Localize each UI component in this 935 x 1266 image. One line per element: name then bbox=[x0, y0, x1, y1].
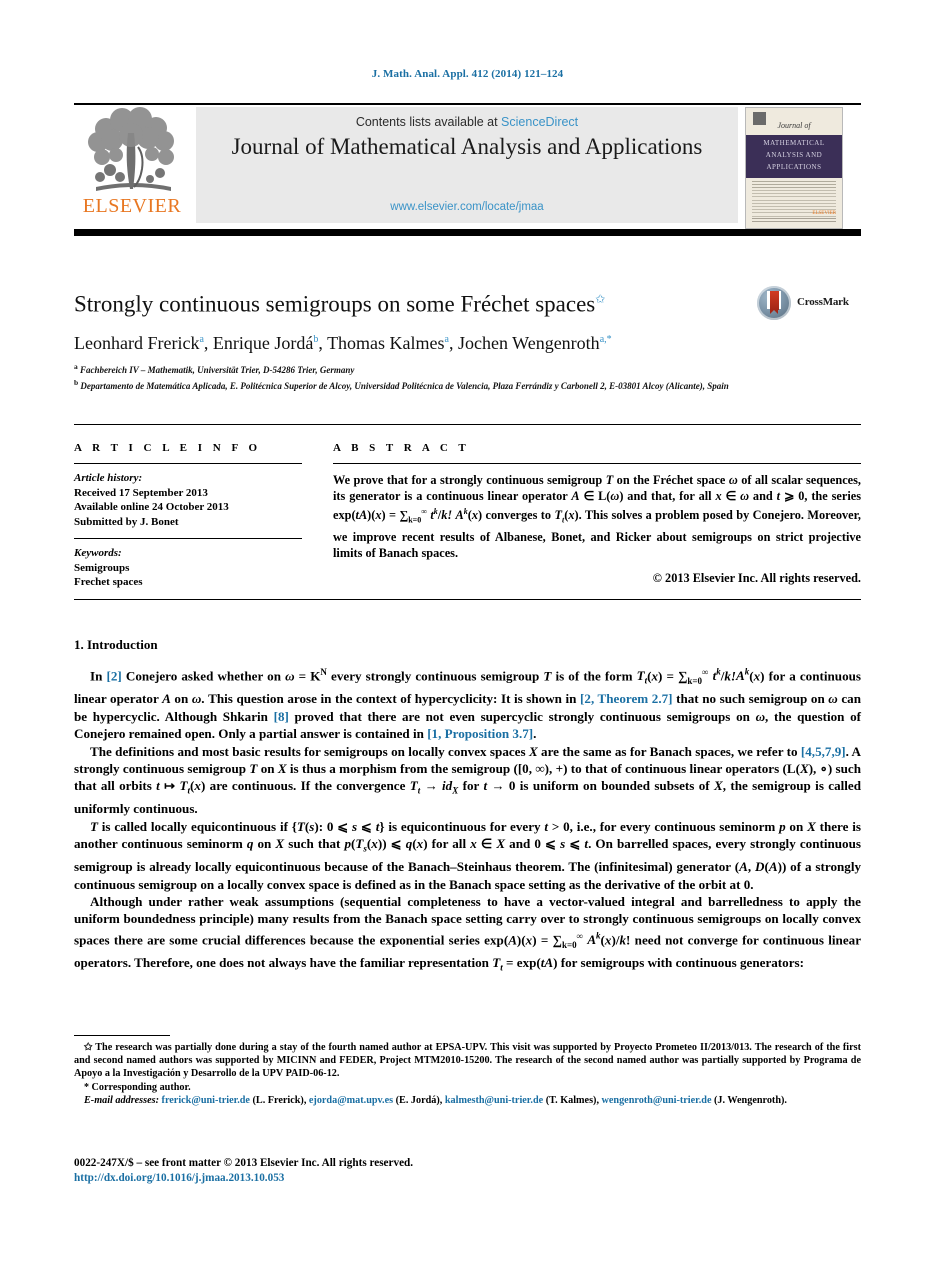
citation-ref[interactable]: [1, Proposition 3.7] bbox=[427, 726, 533, 741]
running-head: J. Math. Anal. Appl. 412 (2014) 121–124 bbox=[371, 68, 564, 80]
article-info-rule-2 bbox=[74, 538, 302, 539]
article-info-heading: A R T I C L E I N F O bbox=[74, 442, 262, 454]
citation-ref[interactable]: [8] bbox=[274, 709, 289, 724]
masthead-bottom-rule bbox=[74, 229, 861, 236]
cover-band-text: MATHEMATICAL ANALYSIS AND APPLICATIONS bbox=[746, 137, 842, 173]
abstract-text: We prove that for a strongly continuous … bbox=[333, 473, 861, 560]
article-history-block: Article history: Received 17 September 2… bbox=[74, 471, 302, 529]
email-who-1: (E. Jordá) bbox=[395, 1094, 440, 1106]
cover-journal-of: Journal of bbox=[777, 121, 811, 130]
abstract-heading: A B S T R A C T bbox=[333, 442, 470, 454]
footnote-corresponding: * Corresponding author. bbox=[74, 1081, 861, 1094]
article-history-item: Received 17 September 2013 bbox=[74, 486, 208, 499]
article-info-column: A R T I C L E I N F O Article history: R… bbox=[74, 442, 302, 590]
article-history-item: Submitted by J. Bonet bbox=[74, 515, 179, 528]
contents-lists-line: Contents lists available at ScienceDirec… bbox=[196, 115, 738, 129]
article-history-item: Available online 24 October 2013 bbox=[74, 501, 229, 513]
affiliation-list: a Fachbereich IV – Mathematik, Universit… bbox=[74, 361, 794, 392]
affiliation-mark-1: b bbox=[74, 377, 79, 387]
elsevier-tree-icon bbox=[76, 107, 188, 195]
keyword-item: Frechet spaces bbox=[74, 576, 143, 588]
crossmark-label: CrossMark bbox=[797, 296, 849, 308]
email-link-3[interactable]: wengenroth@uni-trier.de bbox=[602, 1095, 712, 1106]
citation-ref[interactable]: [2] bbox=[106, 668, 121, 683]
affiliation-text-0: Fachbereich IV – Mathematik, Universität… bbox=[80, 365, 355, 375]
journal-masthead: ELSEVIER Contents lists available at Sci… bbox=[74, 105, 861, 229]
section-heading-introduction: 1. Introduction bbox=[74, 637, 158, 652]
email-who-0: (L. Frerick) bbox=[252, 1094, 304, 1106]
footnote-block: ✩ The research was partially done during… bbox=[74, 1041, 861, 1107]
cover-band-line-1: MATHEMATICAL bbox=[763, 139, 825, 147]
body-text: In [2] Conejero asked whether on ω = KN … bbox=[74, 664, 861, 977]
email-who-3: (J. Wengenroth) bbox=[714, 1094, 785, 1106]
cover-footer-block bbox=[752, 218, 836, 224]
footnote-separator-rule bbox=[74, 1035, 170, 1036]
author-mark-3[interactable]: a,* bbox=[600, 334, 612, 345]
title-footnote-marker[interactable]: ✩ bbox=[595, 292, 605, 306]
keywords-block: Keywords: Semigroups Frechet spaces bbox=[74, 546, 302, 590]
email-link-2[interactable]: kalmesth@uni-trier.de bbox=[445, 1095, 543, 1106]
sciencedirect-panel: Contents lists available at ScienceDirec… bbox=[196, 107, 738, 223]
affiliation-text-1: Departamento de Matemática Aplicada, E. … bbox=[80, 380, 729, 391]
crossmark-circle-icon bbox=[757, 286, 791, 320]
affiliation-mark-0: a bbox=[74, 362, 78, 371]
elsevier-wordmark: ELSEVIER bbox=[82, 195, 182, 217]
author-name-0: Leonhard Frerick bbox=[74, 333, 200, 353]
email-link-1[interactable]: ejorda@mat.upv.es bbox=[309, 1095, 393, 1106]
body-paragraph: The definitions and most basic results f… bbox=[74, 743, 861, 817]
article-title-text: Strongly continuous semigroups on some F… bbox=[74, 291, 596, 317]
footnote-funding: ✩ The research was partially done during… bbox=[74, 1041, 861, 1081]
abstract-copyright: © 2013 Elsevier Inc. All rights reserved… bbox=[652, 570, 861, 585]
paper-page: J. Math. Anal. Appl. 412 (2014) 121–124 bbox=[0, 0, 935, 1266]
citation-ref[interactable]: [2, Theorem 2.7] bbox=[580, 691, 672, 706]
email-addresses-label: E-mail addresses: bbox=[84, 1094, 159, 1106]
footnote-asterisk-marker: * bbox=[84, 1081, 89, 1093]
body-paragraph: In [2] Conejero asked whether on ω = KN … bbox=[74, 667, 861, 742]
affiliation-item: b Departamento de Matemática Aplicada, E… bbox=[74, 377, 794, 393]
author-list: Leonhard Frericka, Enrique Jordáb, Thoma… bbox=[74, 333, 612, 353]
crossmark-badge[interactable]: CrossMark bbox=[757, 286, 863, 322]
cover-band-line-3: APPLICATIONS bbox=[766, 163, 822, 171]
author-name-1: Enrique Jordá bbox=[212, 333, 314, 353]
info-band-top-rule bbox=[74, 424, 861, 425]
abstract-column: A B S T R A C T We prove that for a stro… bbox=[333, 442, 861, 586]
author-name-3: Jochen Wengenroth bbox=[458, 333, 600, 353]
issn-line: 0022-247X/$ – see front matter © 2013 El… bbox=[74, 1157, 414, 1169]
keyword-item: Semigroups bbox=[74, 561, 130, 574]
body-paragraph: Although under rather weak assumptions (… bbox=[74, 894, 862, 973]
colophon: 0022-247X/$ – see front matter © 2013 El… bbox=[74, 1156, 413, 1186]
info-band-bottom-rule bbox=[74, 599, 861, 600]
affiliation-item: a Fachbereich IV – Mathematik, Universit… bbox=[74, 361, 794, 377]
keywords-label: Keywords: bbox=[74, 547, 122, 559]
article-history-label: Article history: bbox=[74, 472, 143, 484]
journal-cover-thumbnail[interactable]: Journal of MATHEMATICAL ANALYSIS AND APP… bbox=[745, 107, 843, 229]
citation-ref[interactable]: [4,5,7,9] bbox=[801, 744, 846, 759]
email-link-0[interactable]: frerick@uni-trier.de bbox=[162, 1095, 250, 1106]
footnote-star-marker: ✩ bbox=[84, 1042, 93, 1053]
journal-title: Journal of Mathematical Analysis and App… bbox=[231, 134, 703, 159]
page-title: Strongly continuous semigroups on some F… bbox=[74, 285, 724, 319]
abstract-rule bbox=[333, 463, 861, 464]
cover-elsevier-mark: ELSEVIER bbox=[812, 211, 836, 216]
author-mark-1[interactable]: b bbox=[313, 334, 318, 345]
cover-rule-block bbox=[752, 181, 836, 190]
footnote-emails: E-mail addresses: frerick@uni-trier.de (… bbox=[84, 1094, 787, 1106]
journal-homepage-link[interactable]: www.elsevier.com/locate/jmaa bbox=[196, 201, 738, 213]
crossmark-ribbon-icon bbox=[769, 291, 779, 314]
sciencedirect-link[interactable]: ScienceDirect bbox=[501, 115, 578, 129]
footnote-funding-text: The research was partially done during a… bbox=[74, 1042, 862, 1080]
body-paragraph: T is called locally equicontinuous if {T… bbox=[74, 818, 862, 892]
author-mark-2[interactable]: a bbox=[445, 334, 449, 345]
author-mark-0[interactable]: a bbox=[199, 334, 203, 345]
footnote-corresponding-text: Corresponding author. bbox=[91, 1081, 191, 1093]
cover-band-line-2: ANALYSIS AND bbox=[765, 151, 823, 159]
elsevier-logo: ELSEVIER bbox=[74, 107, 190, 223]
author-name-2: Thomas Kalmes bbox=[327, 333, 445, 353]
contents-lists-prefix: Contents lists available at bbox=[355, 115, 502, 129]
doi-link[interactable]: http://dx.doi.org/10.1016/j.jmaa.2013.10… bbox=[74, 1171, 413, 1186]
email-who-2: (T. Kalmes) bbox=[545, 1094, 597, 1106]
article-info-rule-1 bbox=[74, 463, 302, 464]
